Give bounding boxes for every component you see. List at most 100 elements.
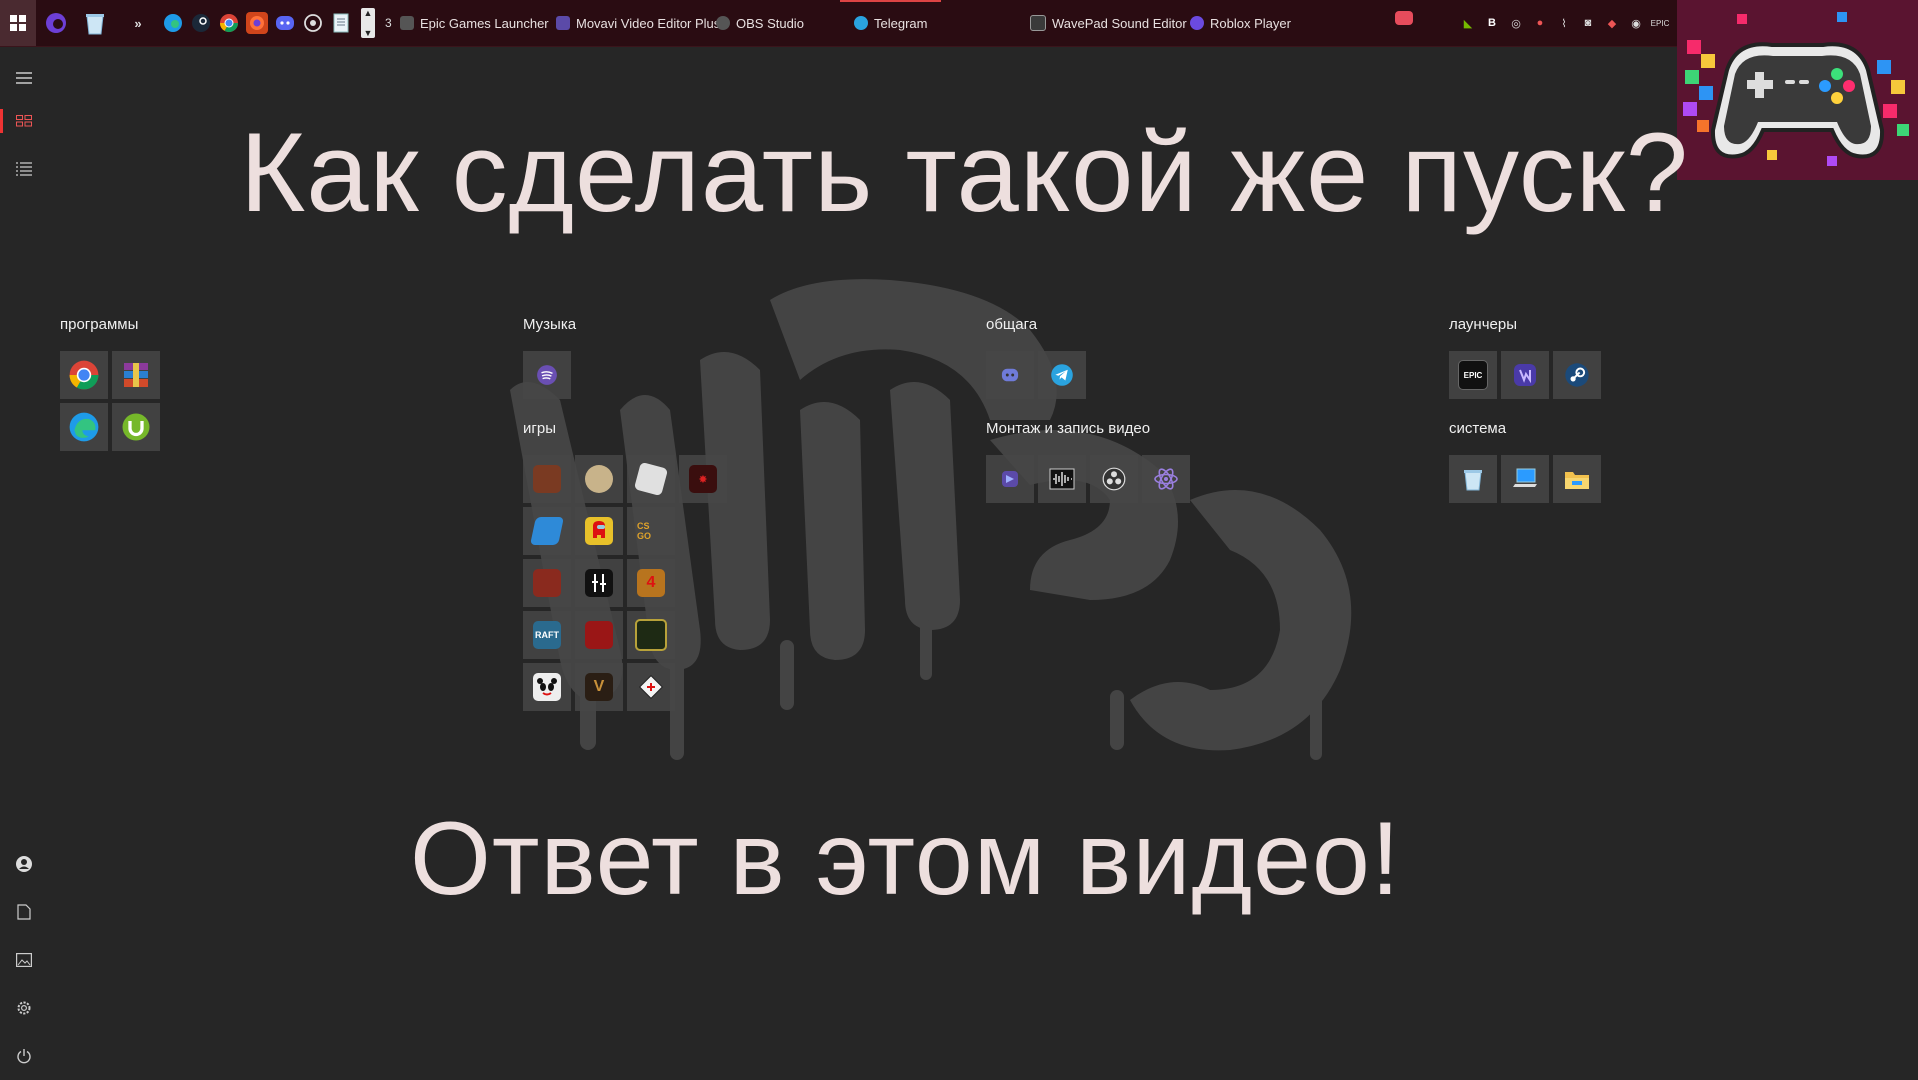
recycle-bin-icon[interactable] [83,11,107,35]
chrome-icon [69,360,99,390]
tile-winrar[interactable] [112,351,160,399]
group-title-system[interactable]: система [1449,420,1506,437]
taskbar-app-obs[interactable]: OBS Studio [716,0,804,46]
tile-edge[interactable] [60,403,108,451]
tile-game-15[interactable] [627,663,675,711]
tile-epic-games[interactable]: EPIC [1449,351,1497,399]
tile-game-13[interactable] [523,663,571,711]
epic-games-icon [400,16,414,30]
youtube-tray-icon[interactable] [1395,11,1413,25]
tiles-view-button[interactable] [0,101,48,141]
tile-utorrent[interactable] [112,403,160,451]
hotspot-icon[interactable]: ◉ [1627,14,1645,32]
obs-tray-icon[interactable]: ◎ [1507,14,1525,32]
image-icon [16,953,32,967]
group-title-programs[interactable]: программы [60,316,138,333]
tile-game-5[interactable] [523,507,571,555]
steam-icon[interactable] [190,12,212,34]
network-icon[interactable]: ⌇ [1555,14,1573,32]
group-title-launchers[interactable]: лаунчеры [1449,316,1517,333]
browser-icon[interactable] [246,12,268,34]
epic-tray-icon[interactable]: EPIC [1651,14,1670,32]
tile-raft[interactable]: RAFT [523,611,571,659]
tile-movavi[interactable] [986,455,1034,503]
tile-l4d2[interactable]: 4 [627,559,675,607]
settings-button[interactable] [0,988,48,1028]
chrome-tray-icon[interactable]: ● [1531,14,1549,32]
tile-telegram[interactable] [1038,351,1086,399]
chevron-up-icon[interactable]: ▲ [364,8,373,18]
user-account-button[interactable] [0,844,48,884]
folder-icon [1565,472,1589,489]
tile-game-8[interactable] [523,559,571,607]
game-character-icon [533,465,561,493]
tile-game-14[interactable]: V [575,663,623,711]
notepad-icon[interactable] [330,12,352,34]
panda-game-icon [533,673,561,701]
edge-beta-icon[interactable] [44,11,68,35]
taskbar-app-movavi[interactable]: Movavi Video Editor Plus [556,0,720,46]
game-badge-icon [585,465,613,493]
discord-icon[interactable] [274,12,296,34]
documents-button[interactable] [0,892,48,932]
tile-discord[interactable] [986,351,1034,399]
obs-icon[interactable] [302,12,324,34]
taskbar-app-telegram[interactable]: Telegram [840,0,942,46]
tile-game-1[interactable] [523,455,571,503]
nvidia-icon[interactable]: ◣ [1459,14,1477,32]
tile-csgo[interactable]: CS GO [627,507,675,555]
game-tray-icon[interactable]: ◆ [1603,14,1621,32]
user-icon [16,856,32,872]
tile-steam[interactable] [1553,351,1601,399]
tile-this-pc[interactable] [1501,455,1549,503]
card-game-icon [637,673,665,701]
tile-hoyoplay[interactable] [1501,351,1549,399]
tile-among-us[interactable] [575,507,623,555]
taskbar-app-roblox[interactable]: Roblox Player [1190,0,1291,46]
all-apps-button[interactable] [0,149,48,189]
tile-game-4[interactable]: ✸ [679,455,727,503]
taskbar-app-epic[interactable]: Epic Games Launcher [400,0,549,46]
headline-bottom: Ответ в этом видео! [410,801,1401,917]
edge-icon [69,412,99,442]
atom-icon [1154,468,1178,490]
power-button[interactable] [0,1036,48,1076]
group-title-video[interactable]: Монтаж и запись видео [986,420,1150,437]
tile-obs-studio[interactable] [1090,455,1138,503]
tile-spotify[interactable] [523,351,571,399]
utorrent-icon [122,413,150,441]
tile-roblox[interactable] [627,455,675,503]
start-button[interactable] [0,0,36,46]
taskbar-scroll[interactable]: ▲ ▼ [361,8,375,38]
steam-icon [1565,363,1589,387]
hamburger-icon [16,72,32,84]
tile-recycle-bin[interactable] [1449,455,1497,503]
bandicam-icon[interactable]: B [1483,14,1501,32]
tile-game-11[interactable] [575,611,623,659]
taskbar-app-label: Roblox Player [1210,15,1291,31]
menu-button[interactable] [0,58,48,98]
tile-chrome[interactable] [60,351,108,399]
tile-atom-app[interactable] [1142,455,1190,503]
gear-icon [17,1001,31,1015]
tile-game-9[interactable] [575,559,623,607]
taskbar-app-wavepad[interactable]: WavePad Sound Editor [1030,0,1187,46]
tile-wavepad[interactable] [1038,455,1086,503]
tile-game-12[interactable] [627,611,675,659]
chevron-down-icon[interactable]: ▼ [364,28,373,38]
overflow-chevron-icon[interactable]: » [126,11,150,35]
group-title-social[interactable]: общага [986,316,1037,333]
obs-studio-icon [1102,467,1126,491]
system-tray: ◣ B ◎ ● ⌇ ◙ ◆ ◉ EPIC [1456,0,1672,46]
list-icon [16,162,32,176]
discord-tray-icon[interactable]: ◙ [1579,14,1597,32]
game-controller-logo [1677,0,1918,180]
tile-file-explorer[interactable] [1553,455,1601,503]
pictures-button[interactable] [0,940,48,980]
group-title-music[interactable]: Музыка [523,316,576,333]
chrome-icon[interactable] [218,12,240,34]
edge-icon[interactable] [162,12,184,34]
wavepad-icon [1030,15,1046,31]
tile-game-2[interactable] [575,455,623,503]
group-title-games[interactable]: игры [523,420,556,437]
